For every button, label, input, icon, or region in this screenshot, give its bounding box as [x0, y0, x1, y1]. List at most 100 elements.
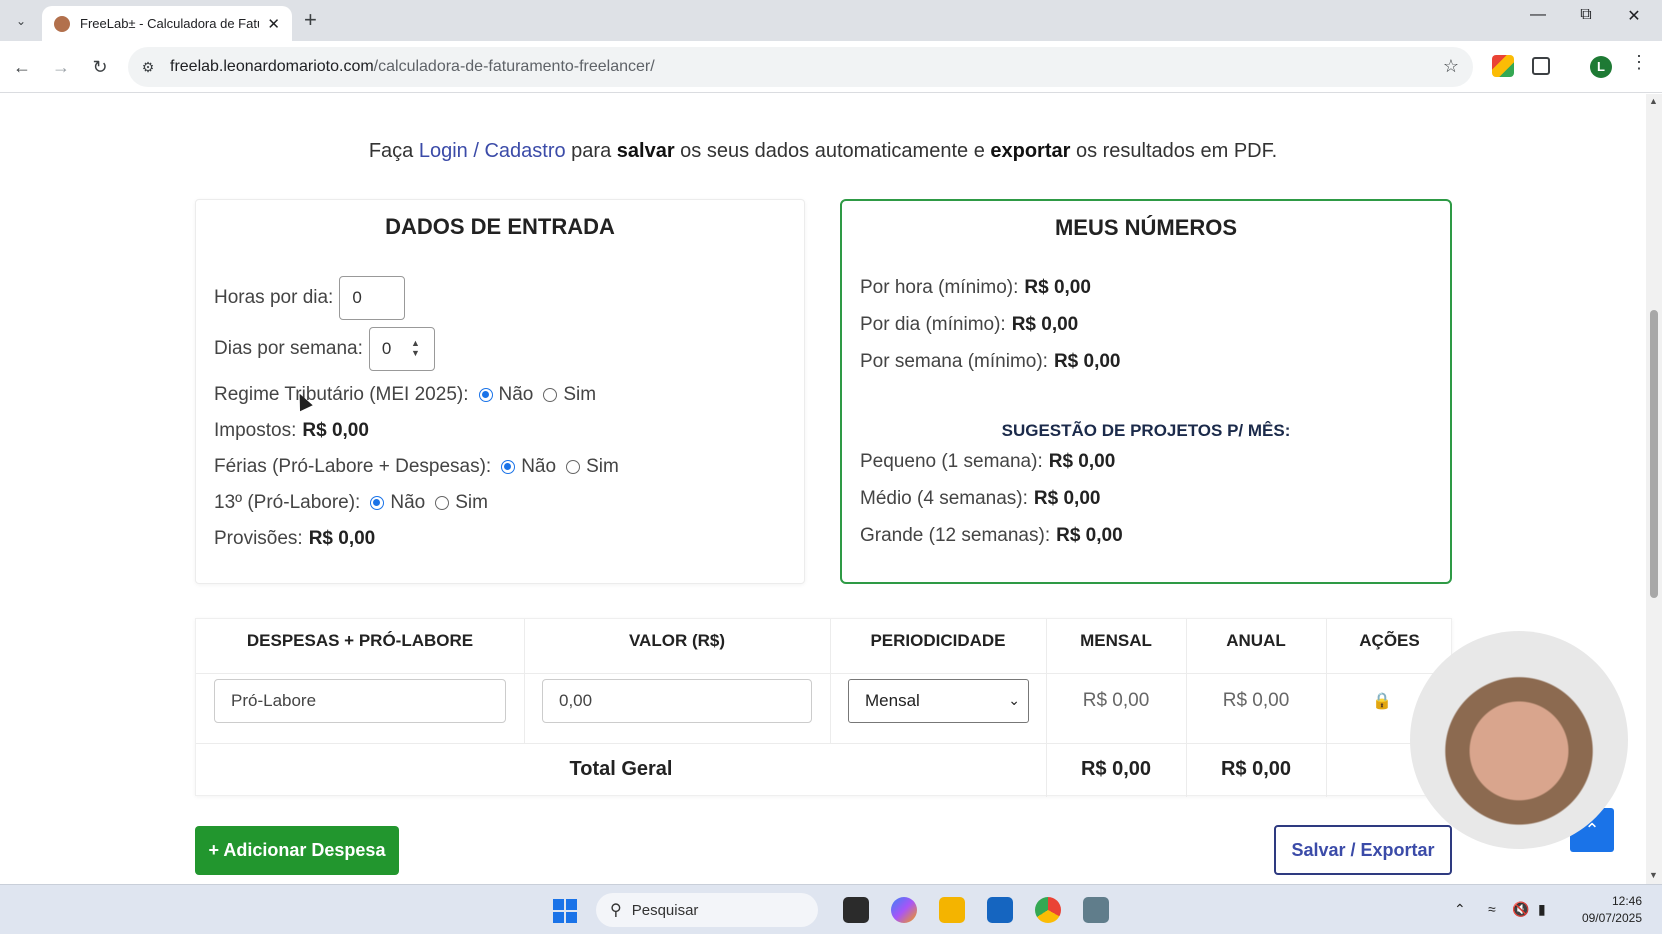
reload-icon[interactable]: ↻	[86, 53, 114, 81]
vacation-sim-radio[interactable]	[566, 460, 581, 474]
radio-label-nao: Não	[521, 456, 557, 477]
days-per-week-input[interactable]: 0 ▲ ▼	[368, 327, 435, 371]
expense-name-input[interactable]: Pró-Labore	[214, 679, 506, 723]
expenses-table: DESPESAS + PRÓ-LABORE VALOR (R$) PERIODI…	[195, 618, 1452, 797]
url-text: freelab.leonardomarioto.com/calculadora-…	[170, 58, 655, 76]
close-window-icon[interactable]: ✕	[1611, 6, 1657, 26]
thirteenth-salary-row: 13º (Pró-Labore): Não Sim	[214, 492, 488, 514]
extension-google-icon[interactable]	[1492, 55, 1514, 77]
per-day-value: R$ 0,00	[1011, 314, 1079, 335]
chevron-down-icon: ⌄	[1008, 692, 1020, 708]
taxes-row: Impostos: R$ 0,00	[214, 420, 369, 442]
header-anual: ANUAL	[1226, 631, 1286, 650]
new-tab-plus-icon[interactable]: +	[304, 8, 317, 32]
thirteenth-sim-radio[interactable]	[435, 496, 450, 510]
url-host: freelab.leonardomarioto.com	[170, 58, 374, 75]
battery-icon[interactable]: ▮	[1538, 901, 1546, 918]
calculator-app-icon[interactable]	[1083, 897, 1109, 923]
small-project-value: R$ 0,00	[1048, 451, 1116, 472]
row-mensal-value: R$ 0,00	[1082, 690, 1150, 711]
browser-tab-active[interactable]: FreeLab± - Calculadora de Fatu ✕	[42, 6, 292, 41]
clock-date: 09/07/2025	[1581, 911, 1642, 925]
taskbar-search-box[interactable]: ⚲ Pesquisar	[596, 893, 818, 927]
windows-start-icon[interactable]	[553, 899, 577, 923]
input-data-card: DADOS DE ENTRADA Horas por dia: 0 Dias p…	[195, 199, 805, 584]
profile-avatar[interactable]: L	[1590, 56, 1612, 78]
tray-chevron-up-icon[interactable]: ⌃	[1454, 901, 1466, 918]
header-acoes: AÇÕES	[1359, 631, 1420, 650]
browser-toolbar: ← → ↻ ⚙ freelab.leonardomarioto.com/calc…	[0, 41, 1662, 93]
tax-regime-sim-radio[interactable]	[543, 388, 558, 402]
per-hour-row: Por hora (mínimo): R$ 0,00	[860, 277, 1091, 299]
vacation-row: Férias (Pró-Labore + Despesas): Não Sim	[214, 456, 619, 478]
page-scrollbar[interactable]: ▲ ▼	[1646, 94, 1662, 884]
page-viewport: Faça Login / Cadastro para salvar os seu…	[0, 94, 1646, 884]
back-arrow-icon[interactable]: ←	[8, 53, 36, 81]
chrome-app-icon[interactable]	[1035, 897, 1061, 923]
login-link[interactable]: Login / Cadastro	[419, 140, 566, 162]
my-numbers-card: MEUS NÚMEROS Por hora (mínimo): R$ 0,00 …	[840, 199, 1452, 584]
total-label: Total Geral	[569, 758, 673, 780]
thirteenth-nao-radio[interactable]	[370, 496, 385, 510]
address-bar[interactable]: ⚙ freelab.leonardomarioto.com/calculador…	[128, 47, 1473, 87]
periodicity-select[interactable]: Mensal ⌄	[848, 679, 1029, 723]
minimize-icon[interactable]: —	[1515, 6, 1561, 24]
hours-per-day-row: Horas por dia: 0	[214, 276, 406, 320]
total-anual-value: R$ 0,00	[1220, 758, 1292, 780]
header-periodicidade: PERIODICIDADE	[870, 631, 1006, 650]
per-week-label: Por semana (mínimo):	[860, 351, 1048, 372]
header-valor: VALOR (R$)	[628, 631, 725, 650]
lock-icon: 🔒	[1372, 693, 1392, 710]
tab-list-chevron-icon[interactable]: ⌄	[8, 8, 34, 34]
medium-project-label: Médio (4 semanas):	[860, 488, 1028, 509]
hours-per-day-input[interactable]: 0	[339, 276, 406, 320]
tab-close-icon[interactable]: ✕	[267, 15, 280, 33]
vacation-nao-radio[interactable]	[501, 460, 516, 474]
project-suggestion-heading: SUGESTÃO DE PROJETOS P/ MÊS:	[1001, 421, 1291, 440]
numbers-card-title: MEUS NÚMEROS	[1054, 215, 1238, 240]
windows-taskbar: ⚲ Pesquisar ⌃ ≈ 🔇 ▮ 12:46 09/07/2025	[0, 884, 1662, 934]
large-project-value: R$ 0,00	[1056, 525, 1123, 546]
per-hour-value: R$ 0,00	[1024, 277, 1091, 298]
bookmark-star-icon[interactable]: ☆	[1443, 56, 1459, 77]
tax-regime-row: Regime Tributário (MEI 2025): Não Sim	[214, 384, 596, 406]
radio-label-nao: Não	[390, 492, 426, 513]
site-info-tune-icon[interactable]: ⚙	[138, 59, 158, 76]
spinner-arrows-icon[interactable]: ▲ ▼	[411, 338, 420, 358]
medium-project-value: R$ 0,00	[1033, 488, 1101, 509]
radio-label-sim: Sim	[563, 384, 597, 405]
header-mensal: MENSAL	[1080, 631, 1152, 650]
scroll-down-arrow-icon[interactable]: ▼	[1649, 870, 1658, 880]
scrollbar-thumb[interactable]	[1650, 310, 1658, 598]
notice-bold-salvar: salvar	[616, 140, 675, 162]
row-divider	[196, 743, 1451, 744]
copilot-app-icon[interactable]	[891, 897, 917, 923]
microsoft-store-icon[interactable]	[987, 897, 1013, 923]
search-placeholder: Pesquisar	[631, 901, 699, 919]
clock-time: 12:46	[1611, 894, 1642, 908]
forward-arrow-icon[interactable]: →	[47, 53, 75, 81]
scroll-up-arrow-icon[interactable]: ▲	[1649, 96, 1658, 106]
save-export-button[interactable]: Salvar / Exportar	[1274, 825, 1452, 875]
extensions-puzzle-icon[interactable]	[1532, 57, 1550, 75]
volume-muted-icon[interactable]: 🔇	[1512, 901, 1529, 918]
file-explorer-icon[interactable]	[939, 897, 965, 923]
provisions-value: R$ 0,00	[308, 528, 376, 549]
days-label: Dias por semana:	[214, 338, 363, 359]
terminal-app-icon[interactable]	[843, 897, 869, 923]
browser-menu-icon[interactable]: ⋮	[1630, 52, 1648, 73]
taxes-label: Impostos:	[214, 420, 297, 441]
tax-regime-nao-radio[interactable]	[478, 388, 493, 402]
taskbar-clock[interactable]: 12:46 09/07/2025	[1572, 893, 1642, 927]
add-expense-button[interactable]: + Adicionar Despesa	[195, 826, 399, 875]
input-card-title: DADOS DE ENTRADA	[385, 214, 615, 239]
wifi-icon[interactable]: ≈	[1488, 901, 1496, 917]
site-favicon-icon	[54, 15, 70, 32]
restore-icon[interactable]: ⧉	[1563, 6, 1609, 24]
per-day-row: Por dia (mínimo): R$ 0,00	[860, 314, 1078, 336]
days-value: 0	[381, 339, 392, 358]
notice-text: para	[565, 140, 617, 162]
large-project-row: Grande (12 semanas): R$ 0,00	[860, 525, 1123, 547]
expense-value-input[interactable]: 0,00	[542, 679, 812, 723]
browser-tab-bar: ⌄ FreeLab± - Calculadora de Fatu ✕ + — ⧉…	[0, 0, 1662, 41]
